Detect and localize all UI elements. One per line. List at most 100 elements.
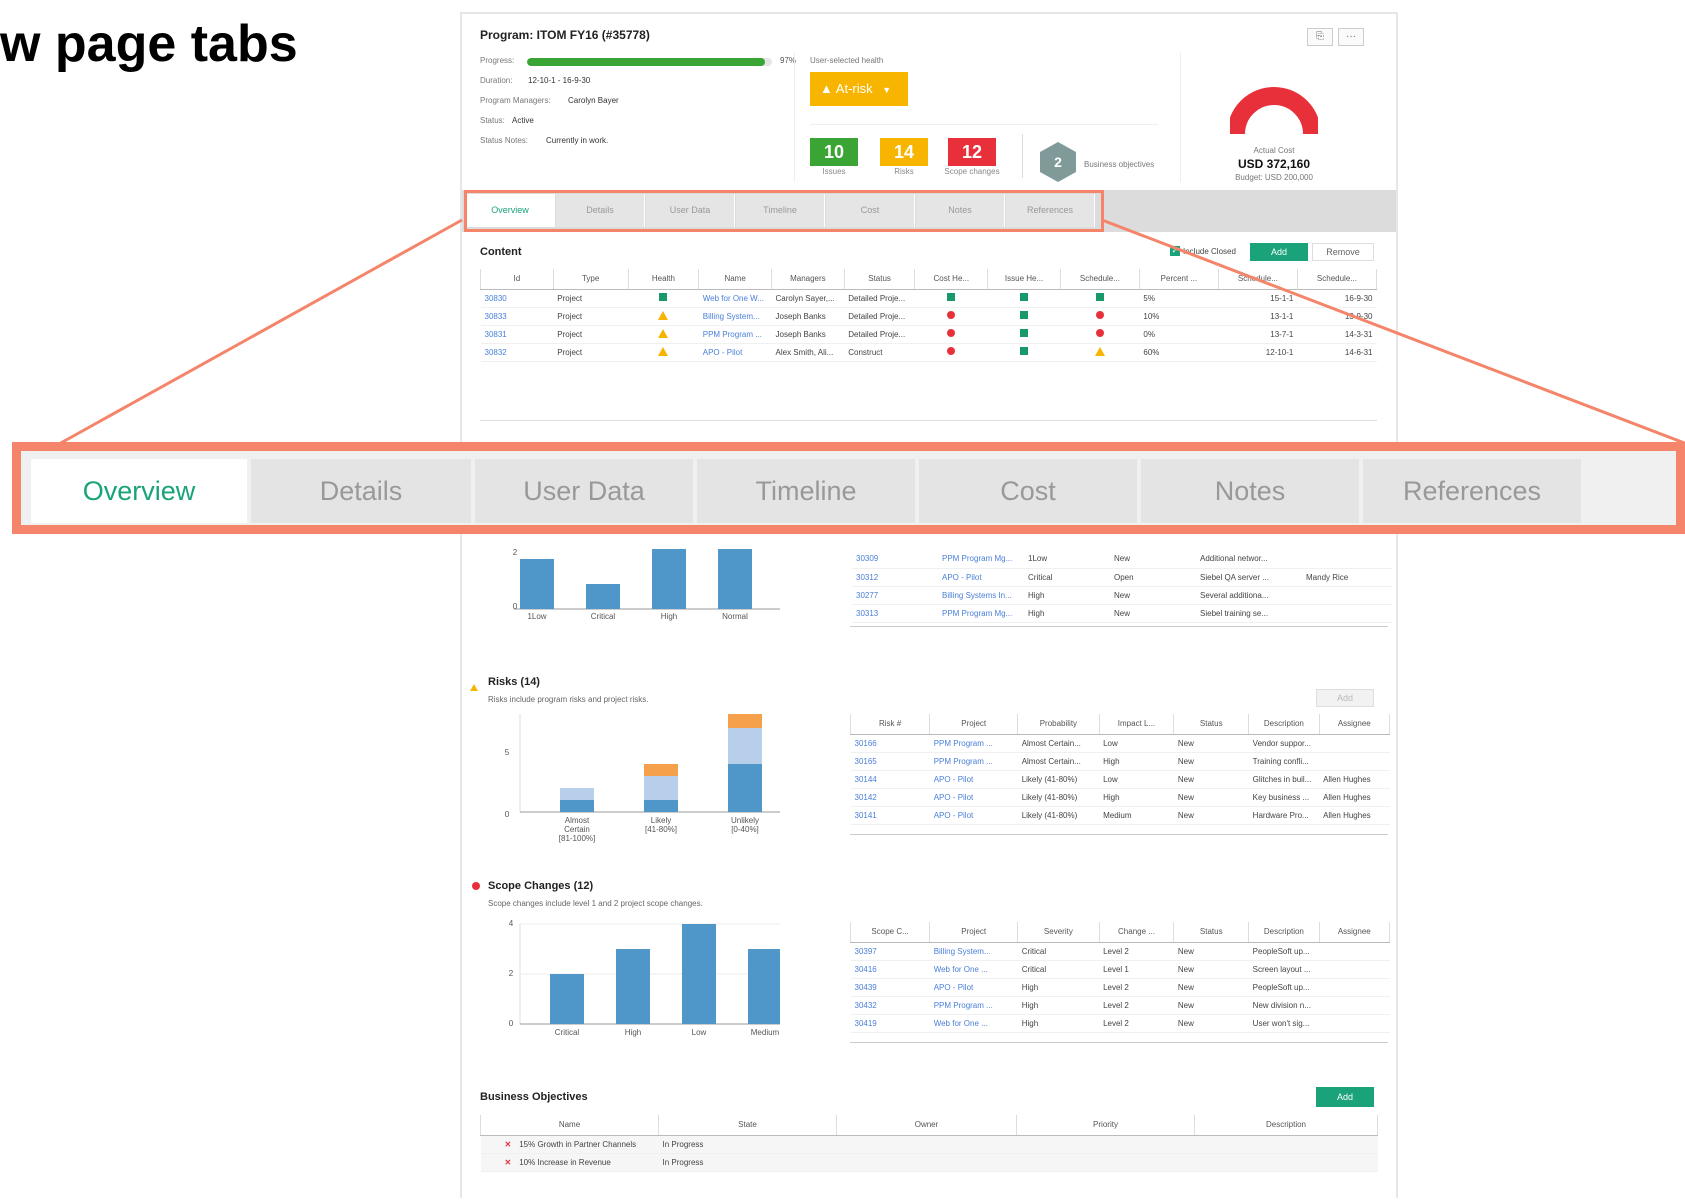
table-row[interactable]: 30831 Project PPM Program ... Joseph Banks D… — [480, 325, 1377, 344]
row-id[interactable]: 30416 — [850, 960, 930, 979]
table-row[interactable]: 30416 Web for One ... Critical Level 1 New Sc… — [850, 960, 1390, 979]
scope-bar[interactable] — [550, 974, 584, 1024]
table-row[interactable]: 30142 APO - Pilot Likely (41-80%) High New Ke… — [850, 788, 1390, 807]
table-row[interactable]: 30313 PPM Program Mg... High New Siebel trai… — [852, 604, 1392, 623]
scope-bar[interactable] — [682, 924, 716, 1024]
column-header[interactable]: Schedule... — [1059, 269, 1140, 290]
row-project[interactable]: Billing System... — [929, 942, 1018, 961]
column-header[interactable]: Status — [843, 269, 916, 290]
table-row[interactable]: 30833 Project Billing System... Joseph Bank… — [480, 307, 1377, 326]
column-header[interactable]: Assignee — [1318, 922, 1391, 943]
objectives-count-badge[interactable]: 2 — [1040, 142, 1076, 182]
column-header[interactable]: Type — [552, 269, 629, 290]
row-id-link[interactable]: 30309 — [852, 550, 938, 569]
risks-bar-segment[interactable] — [728, 764, 762, 812]
column-header[interactable]: Scope C... — [849, 922, 931, 943]
delete-icon[interactable]: ✕ — [505, 1140, 512, 1149]
row-id[interactable]: 30165 — [850, 752, 930, 771]
row-name-link[interactable]: PPM Program ... — [698, 325, 772, 344]
export-icon[interactable]: ⎘ — [1307, 28, 1333, 46]
column-header[interactable]: Cost He... — [914, 269, 989, 290]
zoomed-tab-references[interactable]: References — [1363, 459, 1581, 523]
row-id-link[interactable]: 30832 — [480, 343, 554, 362]
row-id[interactable]: 30432 — [850, 996, 930, 1015]
row-project-link[interactable]: PPM Program Mg... — [938, 550, 1024, 569]
column-header[interactable]: Project — [929, 714, 1019, 735]
risks-bar-segment[interactable] — [560, 788, 594, 800]
column-header[interactable]: Percent ... — [1138, 269, 1219, 290]
row-id-link[interactable]: 30277 — [852, 586, 938, 605]
row-project[interactable]: PPM Program ... — [929, 996, 1018, 1015]
table-row[interactable]: 30141 APO - Pilot Likely (41-80%) Medium New… — [850, 806, 1390, 825]
column-header[interactable]: Owner — [836, 1115, 1017, 1136]
column-header[interactable]: Name — [698, 269, 772, 290]
row-project-link[interactable]: PPM Program Mg... — [938, 604, 1024, 623]
row-project[interactable]: PPM Program ... — [929, 734, 1018, 753]
column-header[interactable]: Health — [627, 269, 700, 290]
zoomed-tab-details[interactable]: Details — [251, 459, 471, 523]
table-row[interactable]: 30830 Project Web for One W... Carolyn Saye… — [480, 289, 1377, 308]
risks-bar-segment[interactable] — [644, 776, 678, 800]
risks-add-button[interactable]: Add — [1316, 689, 1374, 707]
zoomed-tab-timeline[interactable]: Timeline — [697, 459, 915, 523]
table-row[interactable]: ✕ 15% Growth in Partner Channels In Progre… — [480, 1135, 1378, 1154]
row-project-link[interactable]: APO - Pilot — [938, 568, 1024, 587]
row-id-link[interactable]: 30313 — [852, 604, 938, 623]
scope-bar[interactable] — [616, 949, 650, 1024]
column-header[interactable]: Severity — [1017, 922, 1100, 943]
content-add-button[interactable]: Add — [1250, 243, 1308, 261]
table-row[interactable]: 30832 Project APO - Pilot Alex Smith, Ali..… — [480, 343, 1377, 362]
scope-count-badge[interactable]: 12 — [948, 138, 996, 166]
content-remove-button[interactable]: Remove — [1312, 243, 1374, 261]
table-row[interactable]: 30439 APO - Pilot High Level 2 New PeopleSoft… — [850, 978, 1390, 997]
row-id[interactable]: 30142 — [850, 788, 930, 807]
column-header[interactable]: Status — [1173, 714, 1250, 735]
table-row[interactable]: ✕ 10% Increase in Revenue In Progress — [480, 1153, 1378, 1172]
risks-bar-segment[interactable] — [560, 800, 594, 812]
row-project-link[interactable]: Billing Systems In... — [938, 586, 1024, 605]
column-header[interactable]: Risk # — [849, 714, 931, 735]
row-project[interactable]: Web for One ... — [929, 1014, 1018, 1033]
row-project[interactable]: Web for One ... — [929, 960, 1018, 979]
table-row[interactable]: 30165 PPM Program ... Almost Certain... Hig… — [850, 752, 1390, 771]
risks-bar-segment[interactable] — [644, 800, 678, 812]
row-name-link[interactable]: APO - Pilot — [698, 343, 772, 362]
column-header[interactable]: Name — [480, 1115, 659, 1136]
health-dropdown[interactable]: ▲ At-risk ▼ — [810, 72, 908, 106]
column-header[interactable]: State — [658, 1115, 837, 1136]
row-id[interactable]: 30166 — [850, 734, 930, 753]
column-header[interactable]: Description — [1248, 714, 1320, 735]
table-row[interactable]: 30277 Billing Systems In... High New Several… — [852, 586, 1392, 605]
table-row[interactable]: 30166 PPM Program ... Almost Certain... Low… — [850, 734, 1390, 753]
issues-bar[interactable] — [586, 584, 620, 609]
row-id-link[interactable]: 30833 — [480, 307, 554, 326]
column-header[interactable]: Schedule... — [1217, 269, 1298, 290]
row-id[interactable]: 30397 — [850, 942, 930, 961]
zoomed-tab-notes[interactable]: Notes — [1141, 459, 1359, 523]
zoomed-tab-cost[interactable]: Cost — [919, 459, 1137, 523]
table-row[interactable]: 30432 PPM Program ... High Level 2 New New di… — [850, 996, 1390, 1015]
row-project[interactable]: APO - Pilot — [929, 978, 1018, 997]
risks-count-badge[interactable]: 14 — [880, 138, 928, 166]
column-header[interactable]: Description — [1194, 1115, 1378, 1136]
row-id[interactable]: 30439 — [850, 978, 930, 997]
table-row[interactable]: 30312 APO - Pilot Critical Open Siebel QA se… — [852, 568, 1392, 587]
delete-icon[interactable]: ✕ — [505, 1158, 512, 1167]
table-row[interactable]: 30144 APO - Pilot Likely (41-80%) Low New Gli… — [850, 770, 1390, 789]
issues-bar[interactable] — [652, 549, 686, 609]
table-row[interactable]: 30419 Web for One ... High Level 2 New User w… — [850, 1014, 1390, 1033]
column-header[interactable]: Description — [1248, 922, 1320, 943]
column-header[interactable]: Impact L... — [1098, 714, 1175, 735]
row-name-link[interactable]: Web for One W... — [698, 289, 772, 308]
row-id[interactable]: 30144 — [850, 770, 930, 789]
risks-bar-segment[interactable] — [644, 764, 678, 776]
row-id-link[interactable]: 30830 — [480, 289, 554, 308]
issues-bar[interactable] — [718, 549, 752, 609]
zoomed-tab-user-data[interactable]: User Data — [475, 459, 693, 523]
more-icon[interactable]: ··· — [1338, 28, 1364, 46]
row-project[interactable]: APO - Pilot — [929, 806, 1018, 825]
column-header[interactable]: Assignee — [1318, 714, 1391, 735]
column-header[interactable]: Change ... — [1098, 922, 1175, 943]
column-header[interactable]: Schedule... — [1296, 269, 1378, 290]
row-project[interactable]: APO - Pilot — [929, 770, 1018, 789]
